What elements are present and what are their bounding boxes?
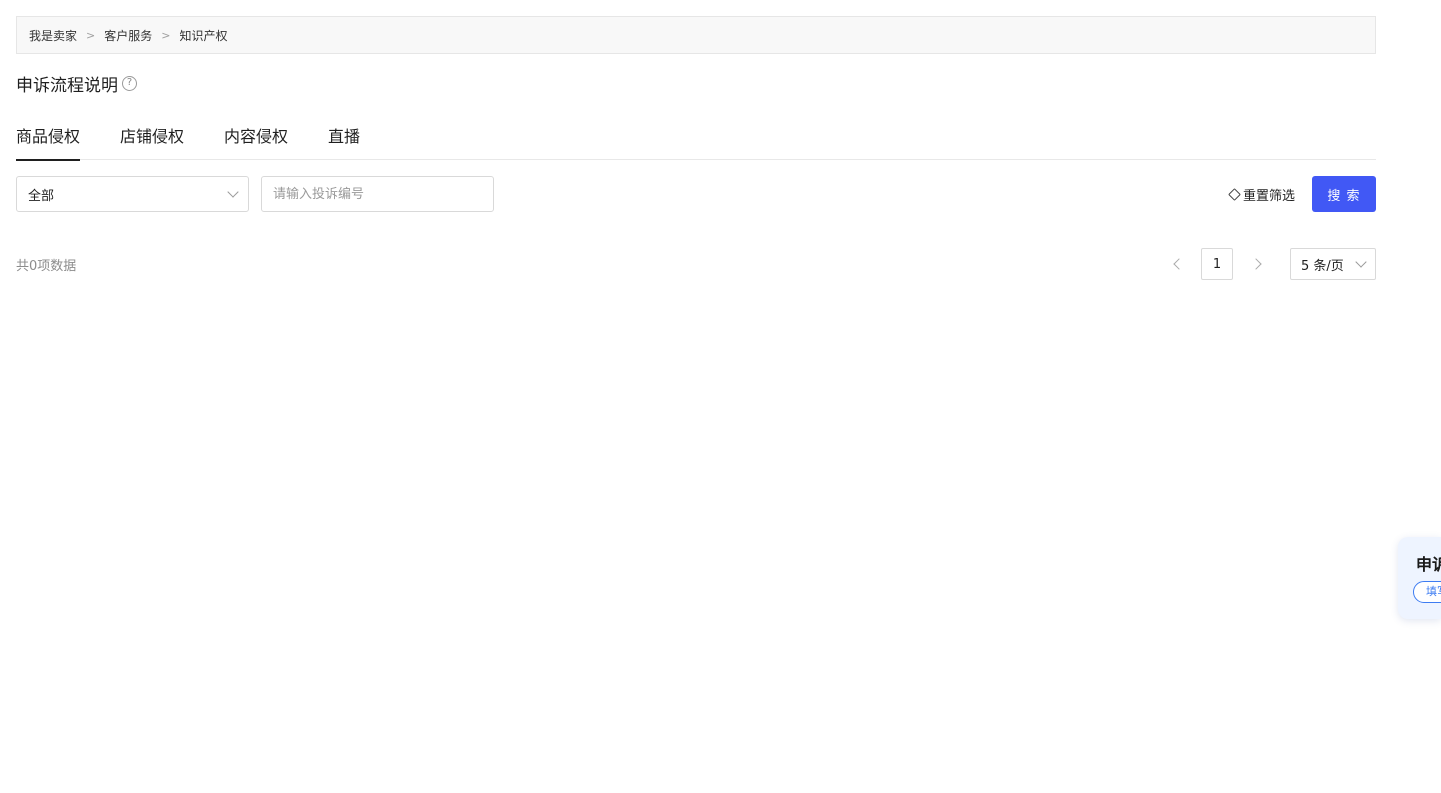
chevron-right-icon[interactable] <box>1250 256 1266 272</box>
complaint-number-input[interactable] <box>261 176 494 212</box>
chevron-down-icon <box>1355 256 1367 268</box>
tab-product-infringement[interactable]: 商品侵权 <box>16 118 81 161</box>
breadcrumb-item-seller[interactable]: 我是卖家 <box>29 27 77 44</box>
page-title: 申诉流程说明 ? <box>16 71 137 96</box>
reset-filter-label: 重置筛选 <box>1243 188 1296 204</box>
eraser-icon <box>1228 187 1241 201</box>
page-title-text: 申诉流程说明 <box>16 75 118 96</box>
chevron-down-icon <box>227 186 239 198</box>
status-select[interactable]: 全部 <box>16 176 249 212</box>
status-select-value: 全部 <box>28 188 55 204</box>
chevron-left-icon[interactable] <box>1170 256 1186 272</box>
breadcrumb: 我是卖家 > 客户服务 > 知识产权 <box>16 16 1376 54</box>
tab-store-infringement[interactable]: 店铺侵权 <box>120 118 184 160</box>
page-size-select[interactable]: 5 条/页 <box>1290 248 1376 280</box>
tab-bar: 商品侵权 店铺侵权 内容侵权 直播 <box>16 118 1376 161</box>
question-circle-icon[interactable]: ? <box>122 75 137 91</box>
breadcrumb-separator: > <box>161 28 171 42</box>
total-count: 共0项数据 <box>16 259 77 274</box>
search-button[interactable]: 搜 索 <box>1312 176 1376 212</box>
page-size-value: 5 条/页 <box>1301 258 1344 274</box>
floating-appeal-card[interactable]: 申诉 填写 <box>1398 537 1441 619</box>
page-number-button[interactable]: 1 <box>1201 248 1233 280</box>
breadcrumb-item-customer-service[interactable]: 客户服务 <box>104 27 152 44</box>
reset-filter-button[interactable]: 重置筛选 <box>1228 186 1296 204</box>
floating-card-title: 申诉 <box>1416 555 1441 574</box>
floating-card-fill-button[interactable]: 填写 <box>1413 581 1441 603</box>
breadcrumb-separator: > <box>86 28 96 42</box>
tab-live-stream[interactable]: 直播 <box>328 118 360 160</box>
breadcrumb-item-ip[interactable]: 知识产权 <box>179 27 227 44</box>
tab-content-infringement[interactable]: 内容侵权 <box>224 118 288 160</box>
